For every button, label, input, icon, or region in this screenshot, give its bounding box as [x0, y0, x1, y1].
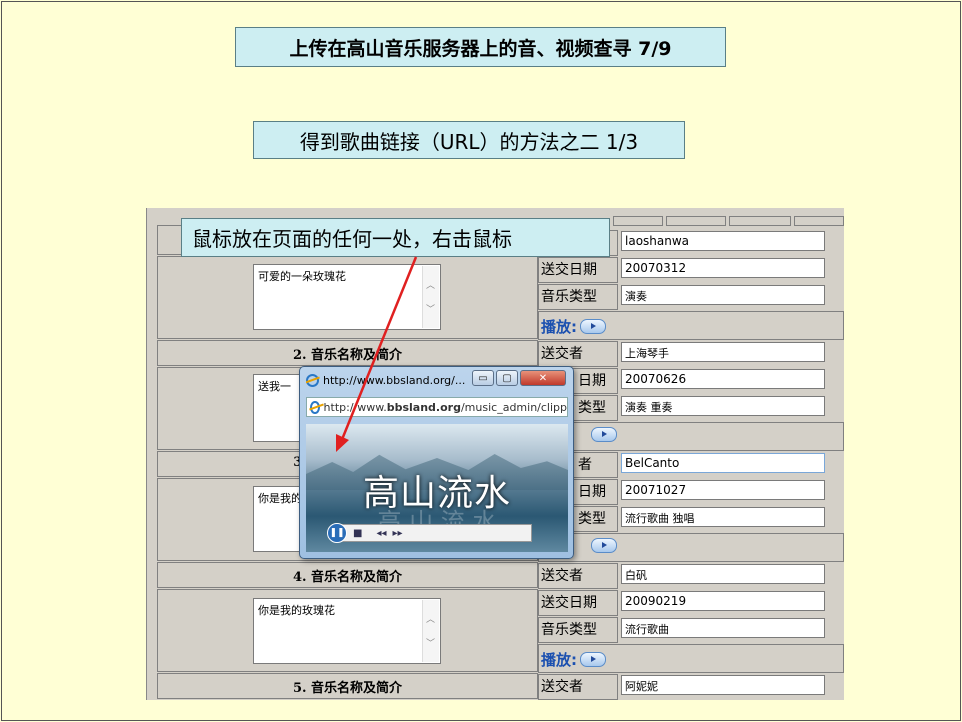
date-field[interactable]: 20071027: [621, 480, 825, 500]
header-cell: [666, 216, 726, 226]
type-field[interactable]: 演奏 重奏: [621, 396, 825, 416]
date-field[interactable]: 20070312: [621, 258, 825, 278]
next-icon[interactable]: ▸▸: [393, 528, 403, 539]
previous-icon[interactable]: ◂◂: [376, 528, 386, 539]
play-icon[interactable]: [591, 538, 617, 553]
date-label: 送交日期: [541, 595, 597, 611]
scrollbar[interactable]: ︿ ﹀: [422, 266, 439, 328]
description-text: 送我一: [258, 380, 291, 393]
date-label-partial: 日期: [578, 373, 606, 389]
popup-title-text: http://www.bbsland.org/...: [323, 373, 466, 387]
header-cell: [794, 216, 844, 226]
header-cell: [613, 216, 663, 226]
address-host: bbsland.org: [386, 400, 461, 414]
ie-icon: [306, 373, 319, 387]
address-prefix: http://www.: [323, 400, 387, 414]
play-icon[interactable]: [580, 319, 606, 334]
play-link[interactable]: [588, 427, 617, 442]
slide-title: 上传在高山音乐服务器上的音、视频查寻 7/9: [235, 27, 726, 67]
description-text: 你是我的玫瑰花: [258, 604, 335, 617]
play-label: 播放:: [541, 651, 577, 669]
section-title: 5. 音乐名称及简介: [292, 681, 403, 696]
play-label: 播放:: [541, 318, 577, 336]
header-cell: [729, 216, 791, 226]
type-label-partial: 类型: [578, 511, 606, 527]
type-field[interactable]: 流行歌曲: [621, 618, 825, 638]
type-label-partial: 类型: [578, 400, 606, 416]
sender-field[interactable]: BelCanto: [621, 453, 825, 473]
date-field[interactable]: 20090219: [621, 591, 825, 611]
play-link[interactable]: [588, 538, 617, 553]
pause-button[interactable]: ❚❚: [327, 523, 347, 543]
close-button[interactable]: ✕: [520, 370, 566, 386]
instruction-callout: 鼠标放在页面的任何一处，右击鼠标: [181, 218, 610, 257]
sender-field[interactable]: 上海琴手: [621, 342, 825, 362]
play-cell: [538, 422, 844, 451]
type-label: 音乐类型: [541, 289, 597, 305]
sender-label-partial: 者: [578, 457, 592, 473]
play-icon[interactable]: [591, 427, 617, 442]
sender-label: 送交者: [541, 568, 583, 584]
ie-icon: [310, 400, 320, 414]
video-player[interactable]: 高山流水 高 山 流 水 ❚❚ ■ ◂◂ ▸▸: [306, 424, 568, 552]
player-controls[interactable]: ❚❚ ■ ◂◂ ▸▸: [327, 523, 532, 543]
play-link[interactable]: 播放:: [541, 649, 606, 670]
maximize-button[interactable]: ▢: [496, 370, 518, 386]
sender-field[interactable]: laoshanwa: [621, 231, 825, 251]
type-label: 音乐类型: [541, 622, 597, 638]
type-field[interactable]: 流行歌曲 独唱: [621, 507, 825, 527]
minimize-button[interactable]: ▭: [472, 370, 494, 386]
stop-icon[interactable]: ■: [353, 528, 362, 539]
play-icon[interactable]: [580, 652, 606, 667]
description-textarea[interactable]: 你是我的玫瑰花 ︿ ﹀: [253, 598, 441, 664]
scrollbar[interactable]: ︿ ﹀: [422, 600, 439, 662]
table-top-border: [147, 208, 844, 216]
section-title: 2. 音乐名称及简介: [292, 348, 403, 363]
sender-label: 送交者: [541, 679, 583, 695]
date-label-partial: 日期: [578, 484, 606, 500]
sender-field[interactable]: 白矾: [621, 564, 825, 584]
address-bar[interactable]: http://www. bbsland.org/music_admin/clipp: [306, 397, 568, 417]
date-label: 送交日期: [541, 262, 597, 278]
description-text: 可爱的一朵玫瑰花: [258, 270, 346, 283]
section-title: 4. 音乐名称及简介: [292, 570, 403, 585]
slide-subtitle: 得到歌曲链接（URL）的方法之二 1/3: [253, 121, 685, 159]
sender-label: 送交者: [541, 346, 583, 362]
play-cell: [538, 533, 844, 562]
sender-field[interactable]: 阿妮妮: [621, 675, 825, 695]
address-path: /music_admin/clipp: [460, 400, 567, 414]
popup-title: http://www.bbsland.org/...: [306, 371, 476, 389]
player-popup-window[interactable]: http://www.bbsland.org/... ▭ ▢ ✕ http://…: [299, 366, 574, 559]
date-field[interactable]: 20070626: [621, 369, 825, 389]
play-link[interactable]: 播放:: [541, 316, 606, 337]
description-textarea[interactable]: 可爱的一朵玫瑰花 ︿ ﹀: [253, 264, 441, 330]
type-field[interactable]: 演奏: [621, 285, 825, 305]
description-text: 你是我的: [258, 492, 302, 505]
